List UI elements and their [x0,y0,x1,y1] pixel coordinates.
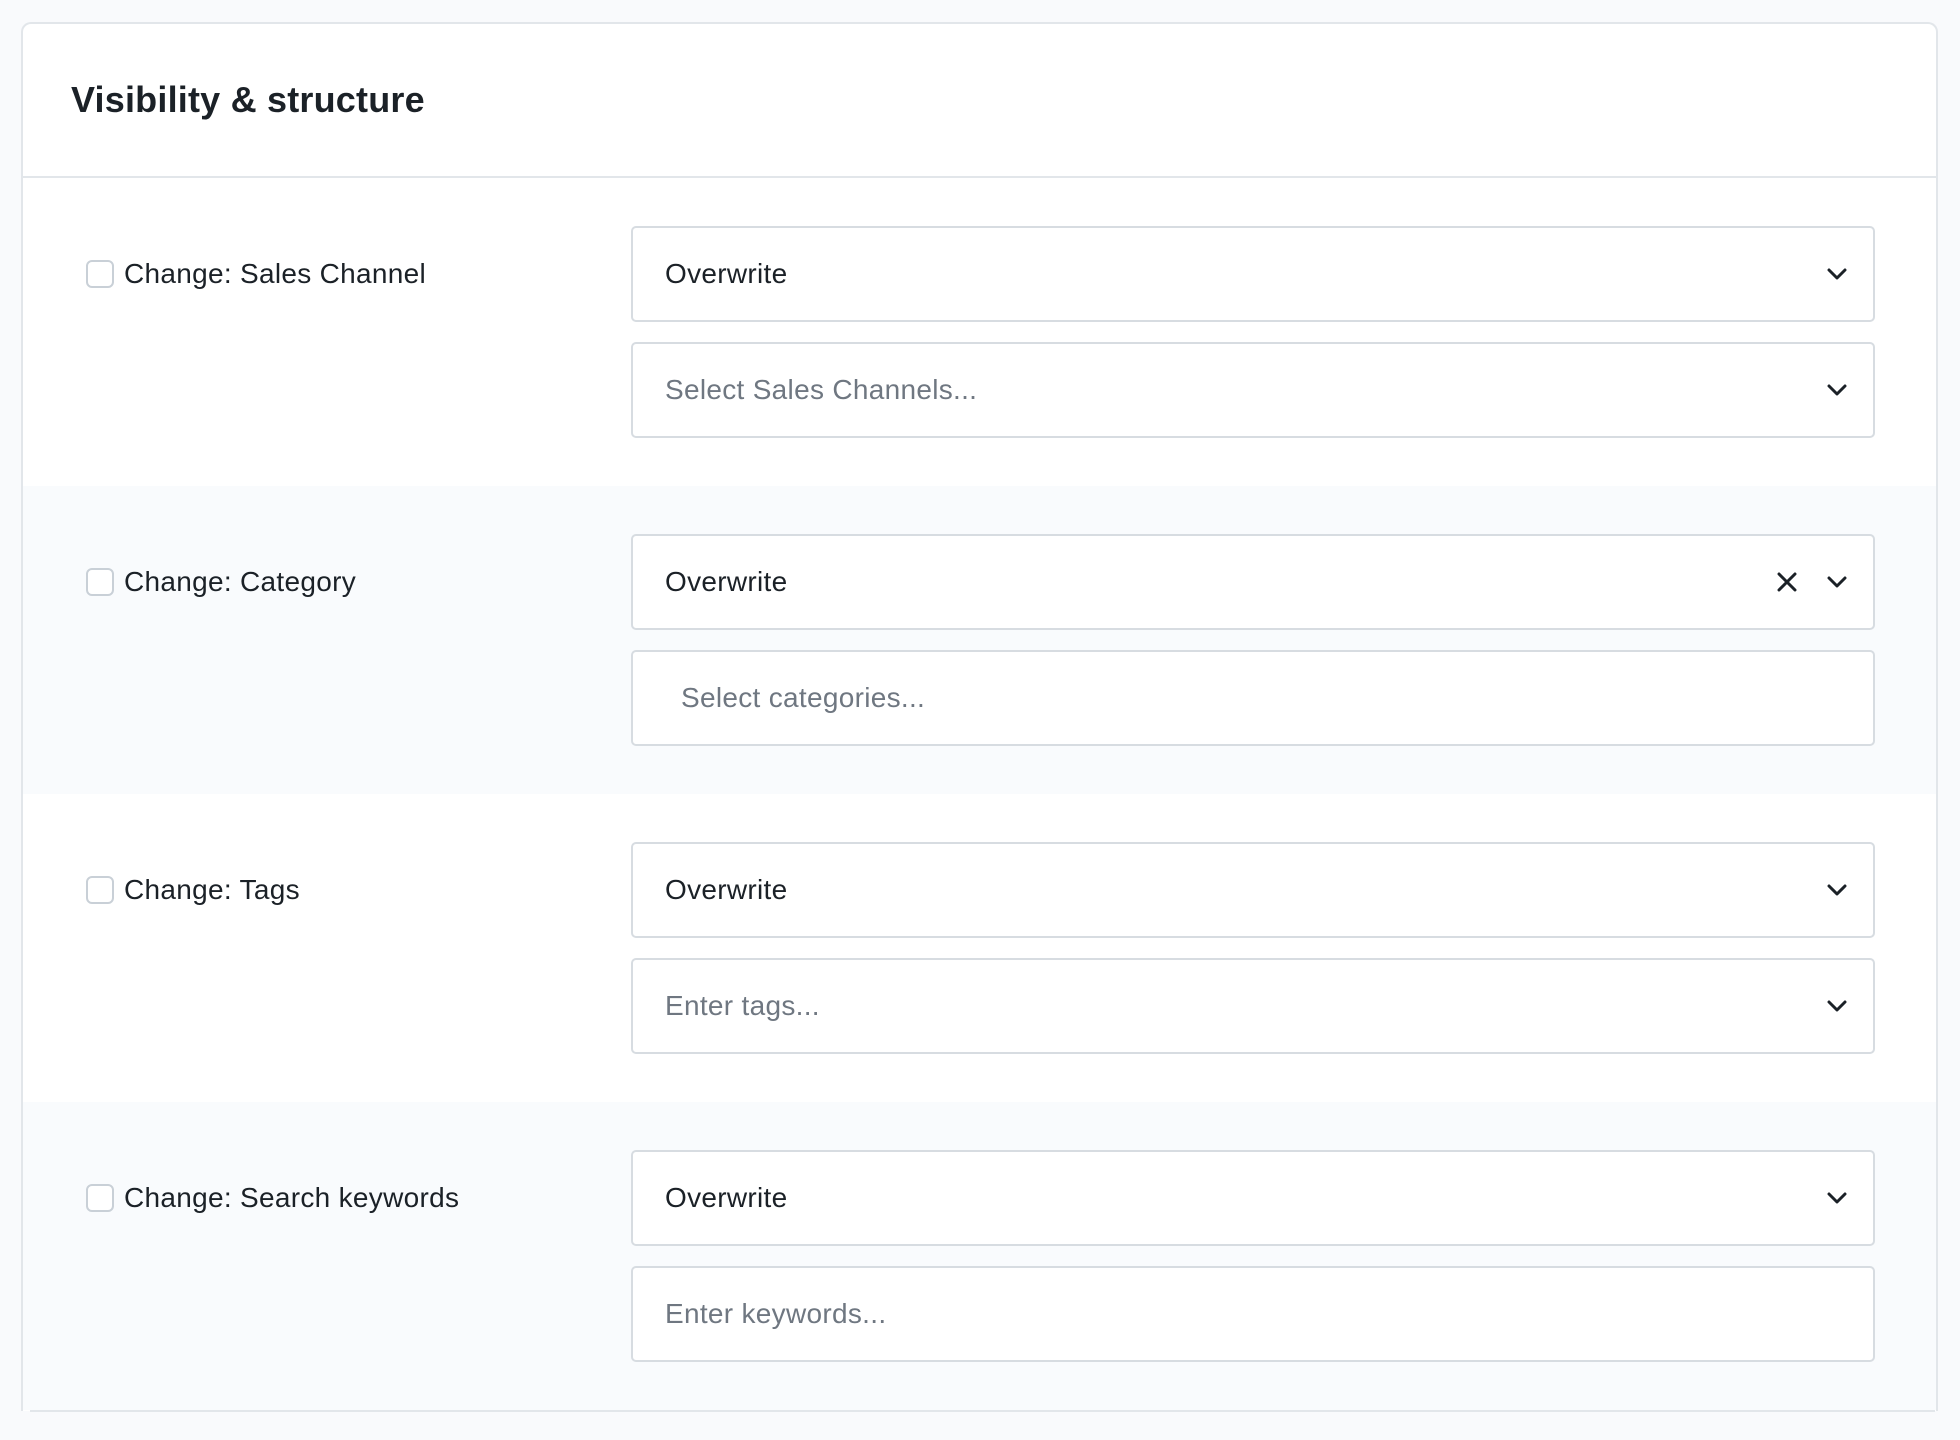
categories-input[interactable]: Select categories... [631,650,1875,746]
change-category-checkbox[interactable] [86,568,114,596]
change-category-toggle[interactable]: Change: Category [86,564,356,600]
change-search-keywords-toggle[interactable]: Change: Search keywords [86,1180,459,1216]
chevron-down-icon[interactable] [1823,1184,1851,1212]
change-sales-channel-toggle[interactable]: Change: Sales Channel [86,256,426,292]
sales-channel-mode-value: Overwrite [665,258,788,289]
card-header: Visibility & structure [23,24,1936,178]
change-sales-channel-label: Change: Sales Channel [124,258,427,289]
sales-channel-mode-select[interactable]: Overwrite [631,226,1875,322]
change-search-keywords-label: Change: Search keywords [124,1182,460,1213]
chevron-down-icon[interactable] [1823,876,1851,904]
chevron-down-icon[interactable] [1823,568,1851,596]
visibility-structure-card: Visibility & structure Change: Sales Cha… [21,22,1938,1411]
search-keywords-row: Change: Search keywords Overwrite Enter … [23,1102,1936,1410]
tags-select[interactable]: Enter tags... [631,958,1875,1054]
change-sales-channel-checkbox[interactable] [86,260,114,288]
search-keywords-mode-select[interactable]: Overwrite [631,1150,1875,1246]
change-tags-toggle[interactable]: Change: Tags [86,872,300,908]
search-keywords-placeholder: Enter keywords... [665,1298,887,1329]
category-row: Change: Category Overwrite Select catego… [23,486,1936,794]
sales-channels-select[interactable]: Select Sales Channels... [631,342,1875,438]
card-bottom-divider [30,1410,1935,1412]
sales-channel-row: Change: Sales Channel Overwrite Select S… [23,178,1936,486]
change-category-label: Change: Category [124,566,357,597]
chevron-down-icon[interactable] [1823,260,1851,288]
sales-channels-placeholder: Select Sales Channels... [665,374,978,405]
close-icon[interactable] [1773,568,1801,596]
search-keywords-mode-value: Overwrite [665,1182,788,1213]
change-search-keywords-checkbox[interactable] [86,1184,114,1212]
tags-mode-select[interactable]: Overwrite [631,842,1875,938]
category-mode-select[interactable]: Overwrite [631,534,1875,630]
tags-placeholder: Enter tags... [665,990,820,1021]
chevron-down-icon[interactable] [1823,376,1851,404]
category-mode-value: Overwrite [665,566,788,597]
chevron-down-icon[interactable] [1823,992,1851,1020]
change-tags-checkbox[interactable] [86,876,114,904]
card-title: Visibility & structure [71,79,425,120]
tags-row: Change: Tags Overwrite Enter tags... [23,794,1936,1102]
tags-mode-value: Overwrite [665,874,788,905]
change-tags-label: Change: Tags [124,874,300,905]
search-keywords-input[interactable]: Enter keywords... [631,1266,1875,1362]
categories-placeholder: Select categories... [681,682,926,713]
